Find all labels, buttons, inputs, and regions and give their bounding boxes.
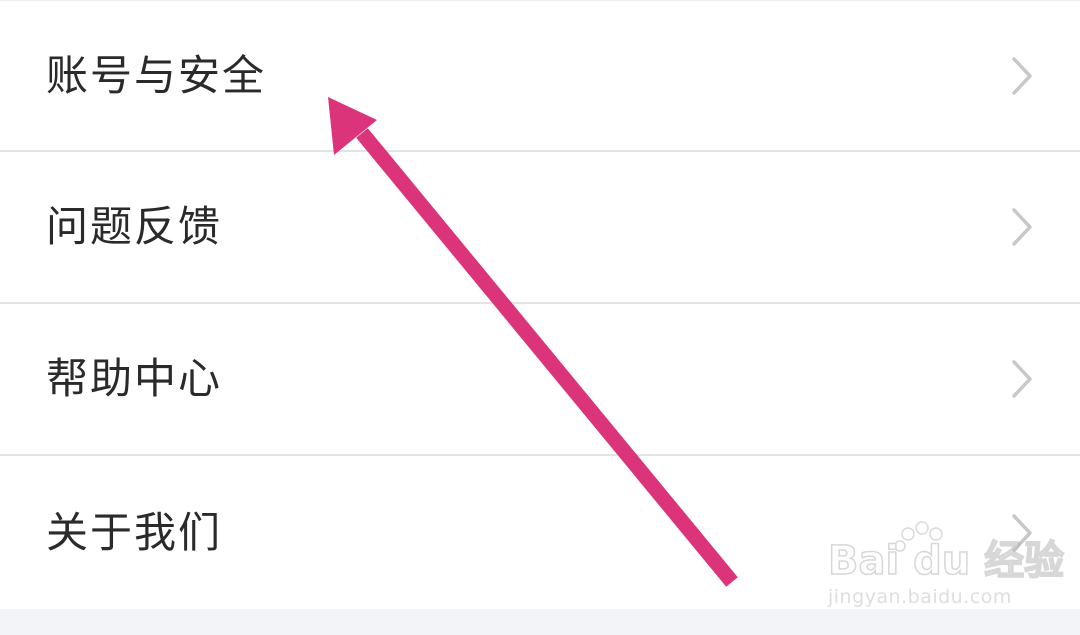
bottom-background	[0, 611, 1080, 635]
menu-item-about-us[interactable]: 关于我们	[0, 456, 1080, 609]
menu-item-label: 帮助中心	[46, 354, 223, 403]
chevron-right-icon	[1008, 54, 1036, 98]
menu-item-account-security[interactable]: 账号与安全	[0, 0, 1080, 152]
chevron-right-icon	[1008, 357, 1036, 401]
settings-menu-list: 账号与安全 问题反馈 帮助中心 关于我们	[0, 0, 1080, 609]
menu-item-help-center[interactable]: 帮助中心	[0, 304, 1080, 456]
menu-item-feedback[interactable]: 问题反馈	[0, 152, 1080, 304]
menu-item-label: 问题反馈	[46, 202, 223, 251]
menu-item-label: 账号与安全	[46, 50, 267, 100]
chevron-right-icon	[1008, 205, 1036, 249]
menu-item-label: 关于我们	[46, 507, 223, 557]
chevron-right-icon	[1008, 511, 1036, 555]
